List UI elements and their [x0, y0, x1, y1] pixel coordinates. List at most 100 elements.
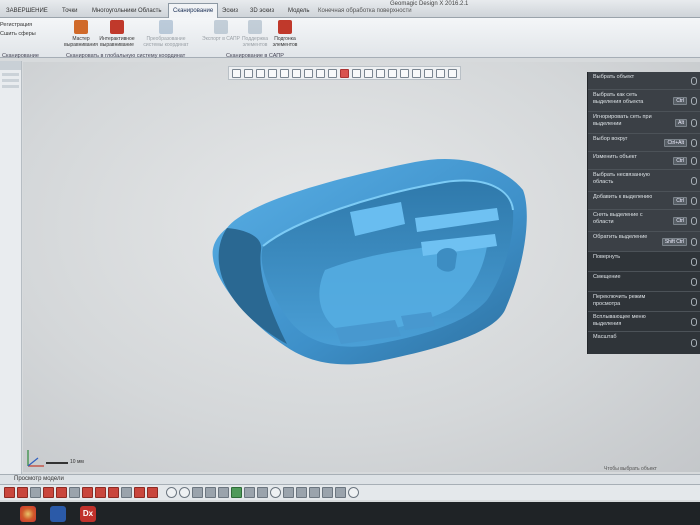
model-boss — [437, 248, 457, 272]
filter-tool-icon[interactable] — [95, 487, 106, 498]
sel-row-invert-selection[interactable]: Обратить выделение Shift Ctrl — [588, 232, 700, 252]
feature-fitting-icon — [278, 20, 292, 34]
interactive-alignment-button[interactable]: Интерактивное выравнивание — [94, 20, 140, 52]
filter-tool-icon[interactable] — [121, 487, 132, 498]
extend-select-icon[interactable] — [400, 68, 409, 78]
globe-icon[interactable] — [179, 487, 190, 498]
model-view-bar[interactable]: Просмотр модели — [0, 474, 700, 484]
invert-select-icon[interactable] — [412, 68, 421, 78]
sel-row-label: Обратить выделение — [593, 234, 648, 240]
view-icon[interactable] — [257, 487, 268, 498]
sel-row-select-around[interactable]: Выбор вокруг Ctrl+Alt — [588, 134, 700, 152]
shading-icon[interactable] — [270, 487, 281, 498]
sel-row-popup-menu[interactable]: Всплывающее меню выделения — [588, 312, 700, 332]
view-icon[interactable] — [335, 487, 346, 498]
group-label-global-coords: Сканировать в глобальную систему координ… — [66, 53, 186, 59]
shortcut-key: Shift Ctrl — [661, 237, 687, 246]
view-icon[interactable] — [296, 487, 307, 498]
shortcut-key: Ctrl — [673, 96, 687, 105]
sel-row-select-as-net[interactable]: Выбрать как сеть выделения объекта Ctrl — [588, 90, 700, 112]
sel-row-ignore-net[interactable]: Игнорировать сеть при выделении Alt — [588, 112, 700, 134]
ribbon-item-stitch-spheres[interactable]: Сшить сферы — [0, 30, 36, 39]
filter-tool-icon[interactable] — [56, 487, 67, 498]
view-icon[interactable] — [309, 487, 320, 498]
circle-select-icon[interactable] — [364, 68, 373, 78]
filter-tool-icon[interactable] — [108, 487, 119, 498]
chrome-icon[interactable] — [20, 505, 36, 522]
sel-row-select-object[interactable]: Выбрать объект — [588, 72, 700, 90]
view-icon[interactable] — [192, 487, 203, 498]
tab-points[interactable]: Точки — [58, 5, 82, 17]
sel-row-toggle-view[interactable]: Переключить режим просмотра — [588, 292, 700, 312]
view-icon[interactable] — [283, 487, 294, 498]
design-x-icon[interactable]: Dx — [80, 505, 96, 522]
mouse-middle-icon — [691, 297, 697, 306]
left-panel-line — [2, 79, 19, 82]
alignment-wizard-label: Мастер выравнивания — [64, 36, 98, 48]
filter-tool-icon[interactable] — [69, 487, 80, 498]
tab-3d-sketch[interactable]: 3D эскиз — [246, 5, 278, 17]
pan-icon[interactable] — [256, 68, 265, 78]
sel-row-label: Переключить режим просмотра — [593, 294, 646, 307]
context-tab[interactable]: Конечная обработка поверхности — [318, 8, 412, 14]
filter-tool-icon[interactable] — [82, 487, 93, 498]
fit-view-icon[interactable] — [280, 68, 289, 78]
model-view-label: Просмотр модели — [14, 476, 64, 482]
sel-row-zoom[interactable]: Масштаб — [588, 332, 700, 354]
ribbon-item-registration[interactable]: Регистрация — [0, 21, 36, 30]
tab-sketch[interactable]: Эскиз — [218, 5, 242, 17]
feature-fitting-button[interactable]: Подгонка элементов — [262, 20, 308, 52]
sel-row-deselect-region[interactable]: Снять выделение с области Ctrl — [588, 210, 700, 232]
select-icon[interactable] — [232, 68, 241, 78]
left-panel[interactable] — [0, 61, 22, 481]
shortcut-key: Ctrl — [673, 216, 687, 225]
shortcut-key: Ctrl+Alt — [664, 138, 687, 147]
rotate-icon[interactable] — [244, 68, 253, 78]
sel-row-rotate[interactable]: Повернуть — [588, 252, 700, 272]
sel-row-pan[interactable]: Смещение — [588, 272, 700, 292]
filter-tool-icon[interactable] — [134, 487, 145, 498]
display-mode-icon[interactable] — [448, 68, 457, 78]
view-iso-icon[interactable] — [304, 68, 313, 78]
tab-model[interactable]: Модель — [284, 5, 314, 17]
polygon-select-icon[interactable] — [376, 68, 385, 78]
filter-tool-icon[interactable] — [4, 487, 15, 498]
tab-finish[interactable]: ЗАВЕРШЕНИЕ — [2, 5, 52, 17]
lasso-select-icon[interactable] — [352, 68, 361, 78]
zoom-icon[interactable] — [268, 68, 277, 78]
mouse-right-icon — [691, 257, 697, 266]
screen: ЗАВЕРШЕНИЕ Точки Многоугольники Область … — [0, 0, 700, 525]
sel-row-unconnected-region[interactable]: Выбрать несвязанную область — [588, 170, 700, 192]
record-icon[interactable] — [348, 487, 359, 498]
filter-tool-icon[interactable] — [43, 487, 54, 498]
view-icon[interactable] — [205, 487, 216, 498]
paint-select-icon[interactable] — [388, 68, 397, 78]
scale-label: 10 мм — [70, 459, 84, 465]
sel-row-add-to-selection[interactable]: Добавить к выделению Ctrl — [588, 192, 700, 210]
interactive-alignment-label: Интерактивное выравнивание — [99, 36, 135, 48]
tab-polygons[interactable]: Многоугольники — [88, 5, 141, 17]
line-select-icon[interactable] — [316, 68, 325, 78]
view-icon[interactable] — [322, 487, 333, 498]
filter-tool-icon[interactable] — [30, 487, 41, 498]
view-icon[interactable] — [218, 487, 229, 498]
scanned-mesh-model[interactable] — [205, 150, 535, 370]
filter-tool-icon[interactable] — [147, 487, 158, 498]
zoom-icon[interactable] — [166, 487, 177, 498]
render-mode-icon[interactable] — [231, 487, 242, 498]
view-icon[interactable] — [244, 487, 255, 498]
app-title: Geomagic Design X 2016.2.1 — [390, 1, 469, 7]
transform-coordinate-icon — [159, 20, 173, 34]
rect-select-icon[interactable] — [328, 68, 337, 78]
view-front-icon[interactable] — [292, 68, 301, 78]
transform-coordinate-system-button[interactable]: Преобразование системы координат — [140, 20, 192, 52]
visibility-icon[interactable] — [436, 68, 445, 78]
app-icon[interactable] — [50, 505, 66, 522]
tab-region[interactable]: Область — [134, 5, 166, 17]
filter-tool-icon[interactable] — [17, 487, 28, 498]
filter-icon[interactable] — [424, 68, 433, 78]
shortcut-key: Ctrl — [673, 156, 687, 165]
tab-scanning[interactable]: Сканирование — [168, 3, 219, 18]
brush-select-icon[interactable] — [340, 68, 349, 78]
sel-row-change-object[interactable]: Изменить объект Ctrl — [588, 152, 700, 170]
